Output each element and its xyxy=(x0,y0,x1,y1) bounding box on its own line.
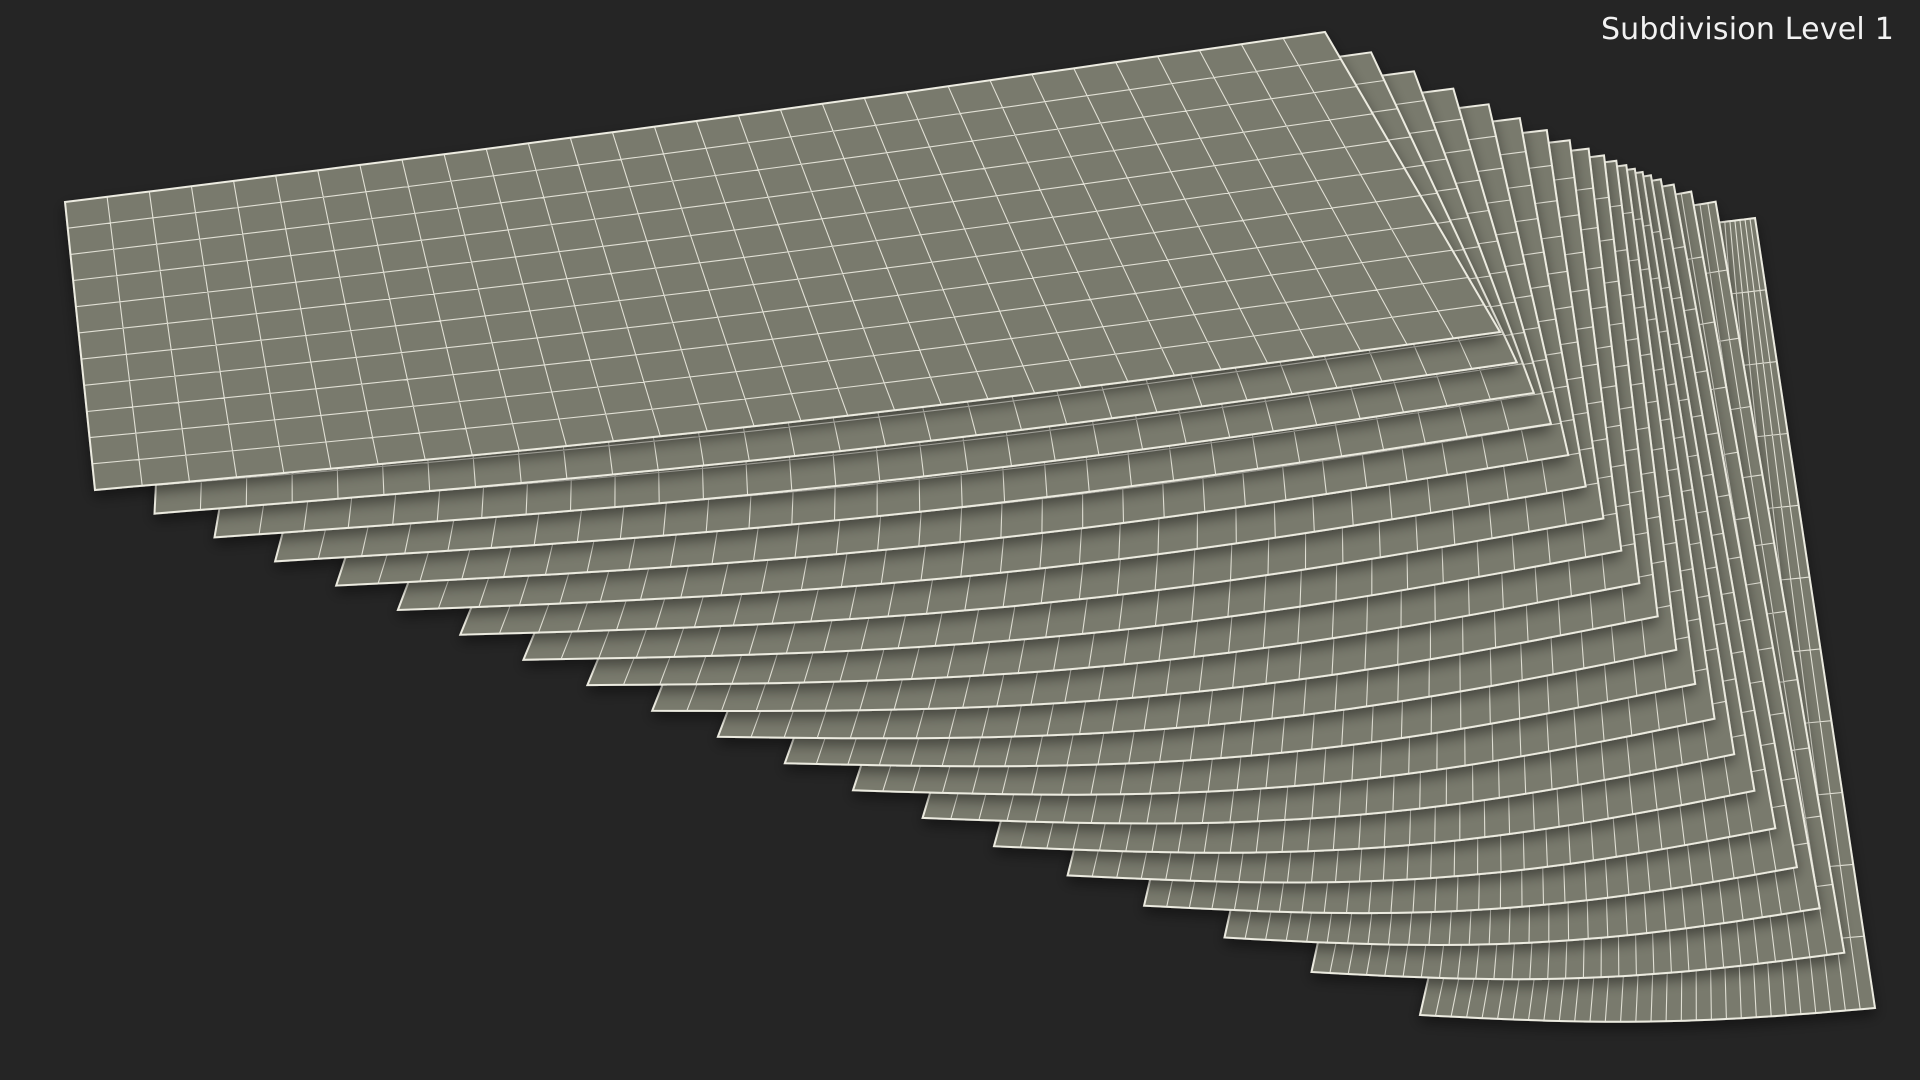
subdivision-level-label: Subdivision Level 1 xyxy=(1600,12,1894,47)
model-render xyxy=(63,30,1877,1023)
3d-viewport[interactable]: Subdivision Level 1 xyxy=(0,0,1920,1080)
